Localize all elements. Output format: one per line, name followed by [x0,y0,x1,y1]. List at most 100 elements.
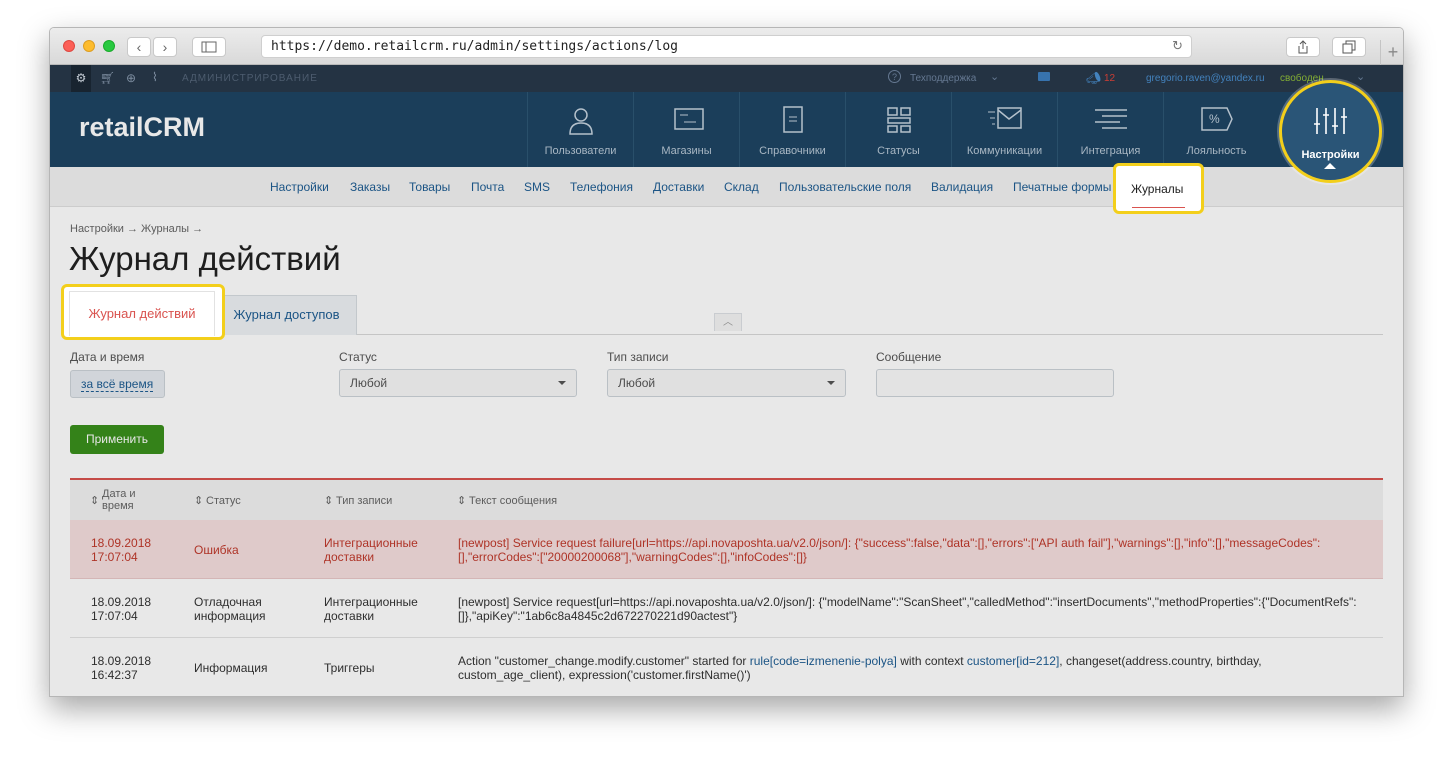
nav-communications[interactable]: Коммуникации [951,92,1057,167]
row-date: 18.09.2018 17:07:04 [91,595,152,623]
row-type: Триггеры [324,661,375,675]
zoom-window-button[interactable] [103,40,115,52]
subnav-journals[interactable]: Журналы [1113,163,1204,214]
nav-references[interactable]: Справочники [739,92,845,167]
filter-message-input[interactable] [876,369,1114,397]
chevron-left-icon: ‹ [136,39,142,55]
subnav-warehouse[interactable]: Склад [724,180,759,194]
new-tab-button[interactable]: + [1380,40,1403,65]
subnav-sms[interactable]: SMS [524,180,550,194]
row-status: Ошибка [194,543,239,557]
back-button[interactable]: ‹ [127,37,151,57]
nav-shops-label: Магазины [661,145,712,157]
subnav-journals-label: Журналы [1131,182,1184,196]
notifications-count: 12 [1104,73,1116,84]
th-message[interactable]: Текст сообщения [469,495,557,507]
th-status[interactable]: Статус [206,495,241,507]
dropdown-caret-icon [558,381,566,385]
forward-button[interactable]: › [153,37,177,57]
table-header: ⇕ Дата и время ⇕ Статус ⇕ Тип записи ⇕ Т… [70,480,1383,520]
nav-integration-label: Интеграция [1080,145,1141,157]
user-icon [569,108,593,135]
row-message: [newpost] Service request failure[url=ht… [458,536,1321,564]
url-text: https://demo.retailcrm.ru/admin/settings… [271,39,678,54]
collapse-filters-button[interactable]: ︿ [714,313,742,331]
sort-icon: ⇕ [194,495,204,507]
subnav-delivery[interactable]: Доставки [653,180,704,194]
analytics-icon[interactable]: ⌇ [152,70,158,84]
customer-link[interactable]: customer[id=212] [967,654,1059,668]
subnav-validation[interactable]: Валидация [931,180,993,194]
tab-access-log[interactable]: Журнал доступов [216,295,357,335]
sidebar-toggle-button[interactable] [192,37,226,57]
sidebar-icon [201,41,217,53]
cart-icon[interactable]: 🛒︎ [100,71,115,85]
subnav-products[interactable]: Товары [409,180,450,194]
nav-loyalty[interactable]: % Лояльность [1163,92,1269,167]
active-pointer-icon [1324,163,1336,169]
logo-text: retailCRM [79,112,206,142]
target-icon[interactable]: ⊕ [126,71,136,85]
filter-status-value: Любой [350,376,388,390]
nav-users[interactable]: Пользователи [527,92,633,167]
integration-icon [1095,109,1127,129]
nav-statuses[interactable]: Статусы [845,92,951,167]
main-header: retailCRM Пользователи Магазины Справочн… [50,92,1403,167]
address-bar[interactable]: https://demo.retailcrm.ru/admin/settings… [261,35,1192,58]
close-window-button[interactable] [63,40,75,52]
support-link[interactable]: Техподдержка [910,73,976,84]
minimize-window-button[interactable] [83,40,95,52]
user-menu-chevron-icon[interactable]: ⌄ [1356,70,1365,83]
svg-text:%: % [1209,112,1220,126]
nav-loyalty-label: Лояльность [1186,145,1247,157]
gear-icon[interactable]: ⚙ [71,65,91,92]
th-datetime[interactable]: Дата и время [102,488,147,512]
retailcrm-logo[interactable]: retailCRM [79,112,205,143]
user-email[interactable]: gregorio.raven@yandex.ru [1146,73,1265,84]
subnav-print-forms[interactable]: Печатные формы [1013,180,1111,194]
row-status: Информация [194,661,268,675]
nav-references-label: Справочники [759,145,826,157]
browser-window: ‹ › https://demo.retailcrm.ru/admin/sett… [49,27,1404,697]
megaphone-icon[interactable]: 📣︎ [1086,71,1101,85]
subnav-orders[interactable]: Заказы [350,180,390,194]
filter-date-field[interactable]: за всё время [70,370,165,398]
nav-settings[interactable]: Настройки [1279,80,1382,183]
tabs-overview-button[interactable] [1332,37,1366,57]
filter-type-label: Тип записи [607,350,669,364]
nav-integration[interactable]: Интеграция [1057,92,1163,167]
apply-button[interactable]: Применить [70,425,164,454]
nav-statuses-label: Статусы [877,145,920,157]
row-type: Интеграционные доставки [324,536,418,564]
share-button[interactable] [1286,37,1320,57]
browser-toolbar: ‹ › https://demo.retailcrm.ru/admin/sett… [50,28,1403,65]
chevron-down-icon[interactable]: ⌄ [990,70,999,83]
table-row[interactable]: 18.09.2018 17:07:04 Отладочная информация … [70,579,1383,638]
subnav-custom-fields[interactable]: Пользовательские поля [779,180,911,194]
reload-icon[interactable]: ↻ [1172,36,1183,57]
rule-link[interactable]: rule[code=izmenenie-polya] [750,654,897,668]
table-row[interactable]: 18.09.2018 16:42:37 Информация Триггеры A… [70,638,1383,696]
chevron-right-icon: › [162,39,168,55]
row-date: 18.09.2018 17:07:04 [91,536,152,564]
plus-icon: + [1387,42,1399,62]
nav-users-label: Пользователи [544,145,617,157]
admin-label: АДМИНИСТРИРОВАНИЕ [182,73,318,84]
dropdown-caret-icon [827,381,835,385]
tab-action-log[interactable]: Журнал действий [61,284,225,340]
subnav-telephony[interactable]: Телефония [570,180,633,194]
filter-status-select[interactable]: Любой [339,369,577,397]
row-message: [newpost] Service request[url=https://ap… [458,595,1357,623]
subnav-settings[interactable]: Настройки [270,180,329,194]
table-row[interactable]: 18.09.2018 17:07:04 Ошибка Интеграционные… [70,520,1383,579]
chat-icon[interactable] [1038,72,1050,81]
subnav-mail[interactable]: Почта [471,180,504,194]
th-type[interactable]: Тип записи [336,495,392,507]
nav-settings-label: Настройки [1301,149,1360,161]
page-title: Журнал действий [69,240,341,277]
nav-shops[interactable]: Магазины [633,92,739,167]
nav-communications-label: Коммуникации [966,145,1043,157]
filter-status-label: Статус [339,350,377,364]
filter-type-select[interactable]: Любой [607,369,846,397]
tabs-icon [1342,40,1356,54]
